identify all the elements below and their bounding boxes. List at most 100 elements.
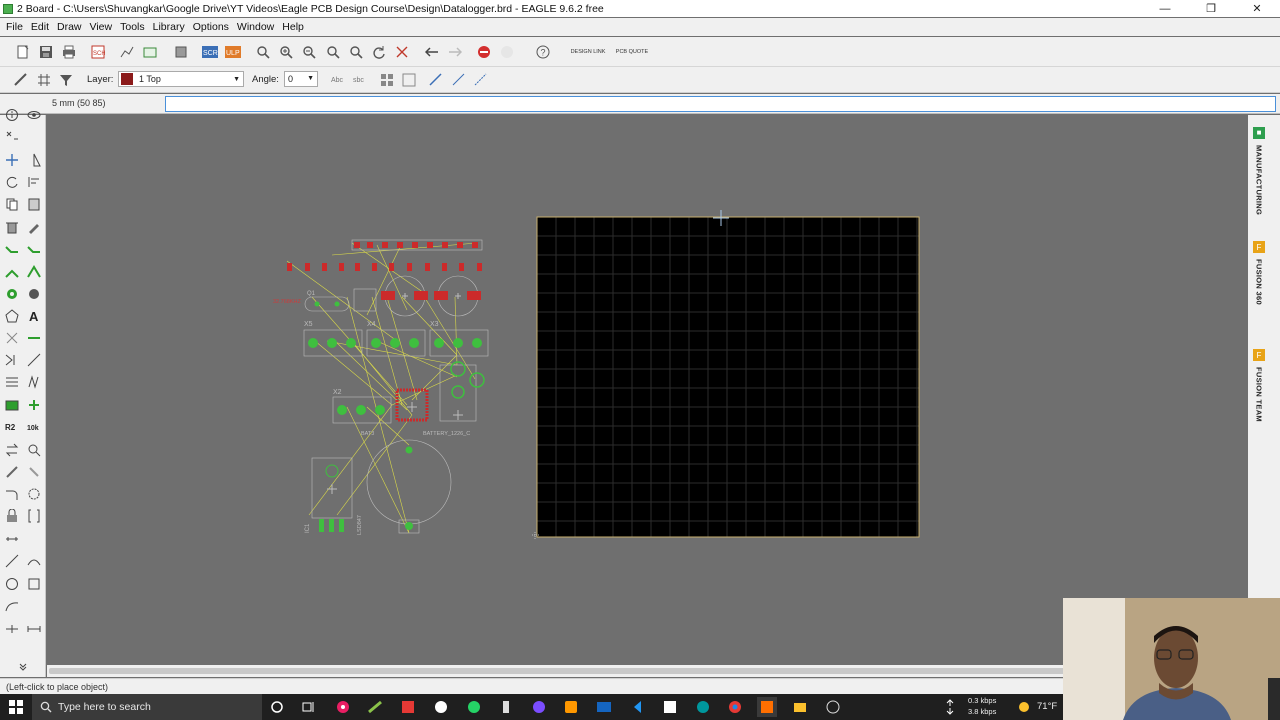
whatsapp-icon[interactable]: [464, 697, 484, 717]
scrollbar-thumb[interactable]: [49, 668, 1079, 674]
redo-icon[interactable]: [446, 43, 464, 61]
dimension-icon[interactable]: [4, 374, 20, 390]
show-icon[interactable]: [26, 107, 42, 123]
minimize-button[interactable]: —: [1142, 0, 1188, 17]
mark-icon[interactable]: [4, 129, 20, 145]
rotate-icon[interactable]: [4, 174, 20, 190]
layer-select[interactable]: 1 Top ▼: [118, 71, 244, 87]
rectangle-icon[interactable]: [26, 576, 42, 592]
print-icon[interactable]: [60, 43, 78, 61]
notion-icon[interactable]: [660, 697, 680, 717]
gate-swap-icon[interactable]: [26, 464, 42, 480]
filter-icon[interactable]: [57, 71, 75, 89]
ripup-icon[interactable]: [4, 264, 20, 280]
maximize-button[interactable]: ❒: [1188, 0, 1234, 17]
script-icon[interactable]: SCR: [201, 43, 219, 61]
menu-file[interactable]: File: [2, 21, 27, 33]
chrome-icon[interactable]: [725, 697, 745, 717]
route-icon[interactable]: [4, 242, 20, 258]
components-group[interactable]: 32.768KHZ Q1 X5 X4 X3 X2 BAT3 BATTERY_12…: [273, 239, 489, 535]
isis-icon[interactable]: [594, 697, 614, 717]
mirror-icon[interactable]: Abc: [328, 71, 346, 89]
line-icon[interactable]: [26, 352, 42, 368]
board-icon[interactable]: [141, 43, 159, 61]
tab-manufacturing[interactable]: ■ MANUFACTURING: [1250, 123, 1268, 215]
close-button[interactable]: ✕: [1234, 0, 1280, 17]
app-green-icon[interactable]: [365, 697, 385, 717]
expand-tools-icon[interactable]: [15, 659, 31, 675]
wire-style-icon[interactable]: [12, 71, 30, 89]
hole-icon[interactable]: [26, 286, 42, 302]
tab-fusion-360[interactable]: F FUSION 360: [1250, 237, 1268, 327]
meander-icon[interactable]: [26, 264, 42, 280]
menu-window[interactable]: Window: [233, 21, 278, 33]
save-icon[interactable]: [37, 43, 55, 61]
command-input[interactable]: [165, 96, 1276, 112]
menu-tools[interactable]: Tools: [116, 21, 149, 33]
align-tool-icon[interactable]: [26, 174, 42, 190]
foxit-reader-icon[interactable]: [398, 697, 418, 717]
via-icon[interactable]: [4, 286, 20, 302]
sublime-icon[interactable]: [561, 697, 581, 717]
info-icon[interactable]: [4, 107, 20, 123]
spin-icon[interactable]: sbc: [350, 71, 368, 89]
new-file-icon[interactable]: [14, 43, 32, 61]
group-tool-icon[interactable]: [4, 397, 20, 413]
menu-edit[interactable]: Edit: [27, 21, 53, 33]
attribute-icon[interactable]: [4, 508, 20, 524]
schematic-icon[interactable]: SCH: [89, 43, 107, 61]
free-angle-icon[interactable]: [472, 71, 490, 89]
name-icon[interactable]: R2: [4, 419, 20, 435]
zoom-select-icon[interactable]: [324, 43, 342, 61]
replace-icon[interactable]: [4, 442, 20, 458]
group-icon[interactable]: [400, 71, 418, 89]
slack-icon[interactable]: [431, 697, 451, 717]
menu-help[interactable]: Help: [278, 21, 308, 33]
bracket-icon[interactable]: [26, 508, 42, 524]
miter-icon[interactable]: [4, 486, 20, 502]
menu-options[interactable]: Options: [189, 21, 233, 33]
add-icon[interactable]: [26, 397, 42, 413]
taskbar-search[interactable]: Type here to search: [32, 694, 262, 720]
menu-draw[interactable]: Draw: [53, 21, 86, 33]
wire-icon[interactable]: [26, 330, 42, 346]
go-icon[interactable]: [498, 43, 516, 61]
file-explorer-icon[interactable]: [790, 697, 810, 717]
pin-swap-icon[interactable]: [4, 464, 20, 480]
cortana-icon[interactable]: [267, 697, 287, 717]
signal-icon[interactable]: [4, 330, 20, 346]
redraw-icon[interactable]: [370, 43, 388, 61]
usb-drive-icon[interactable]: [496, 697, 516, 717]
measure-icon[interactable]: [4, 621, 20, 637]
app-recorder-icon[interactable]: [333, 697, 353, 717]
undo-icon[interactable]: [423, 43, 441, 61]
arc-icon[interactable]: [26, 553, 42, 569]
align-icon[interactable]: [378, 71, 396, 89]
polygon-icon[interactable]: [4, 308, 20, 324]
cam-icon[interactable]: [118, 43, 136, 61]
pcb-quote-button[interactable]: PCB QUOTE: [614, 43, 650, 61]
text-icon[interactable]: A: [26, 308, 42, 324]
dimension-tool-icon[interactable]: [4, 531, 20, 547]
menu-library[interactable]: Library: [149, 21, 189, 33]
vscode-icon[interactable]: [627, 697, 647, 717]
change-icon[interactable]: [26, 219, 42, 235]
help-icon[interactable]: ?: [534, 43, 552, 61]
ruler-icon[interactable]: [26, 621, 42, 637]
grid-icon[interactable]: [35, 71, 53, 89]
paste-icon[interactable]: [26, 196, 42, 212]
optimize-icon[interactable]: [26, 486, 42, 502]
circle-icon[interactable]: [4, 576, 20, 592]
weather-sun-icon[interactable]: [1014, 697, 1034, 717]
stop-icon[interactable]: [475, 43, 493, 61]
curve-icon[interactable]: [4, 598, 20, 614]
board-canvas[interactable]: 32.768KHZ Q1 X5 X4 X3 X2 BAT3 BATTERY_12…: [47, 115, 1247, 665]
clock-app-icon[interactable]: [823, 697, 843, 717]
task-view-icon[interactable]: [299, 697, 319, 717]
zoom-last-icon[interactable]: [347, 43, 365, 61]
design-link-button[interactable]: DESIGN LINK: [570, 43, 606, 61]
layers-icon[interactable]: [172, 43, 190, 61]
messenger-icon[interactable]: [529, 697, 549, 717]
autoroute-icon[interactable]: [26, 242, 42, 258]
snap-icon[interactable]: [427, 71, 445, 89]
